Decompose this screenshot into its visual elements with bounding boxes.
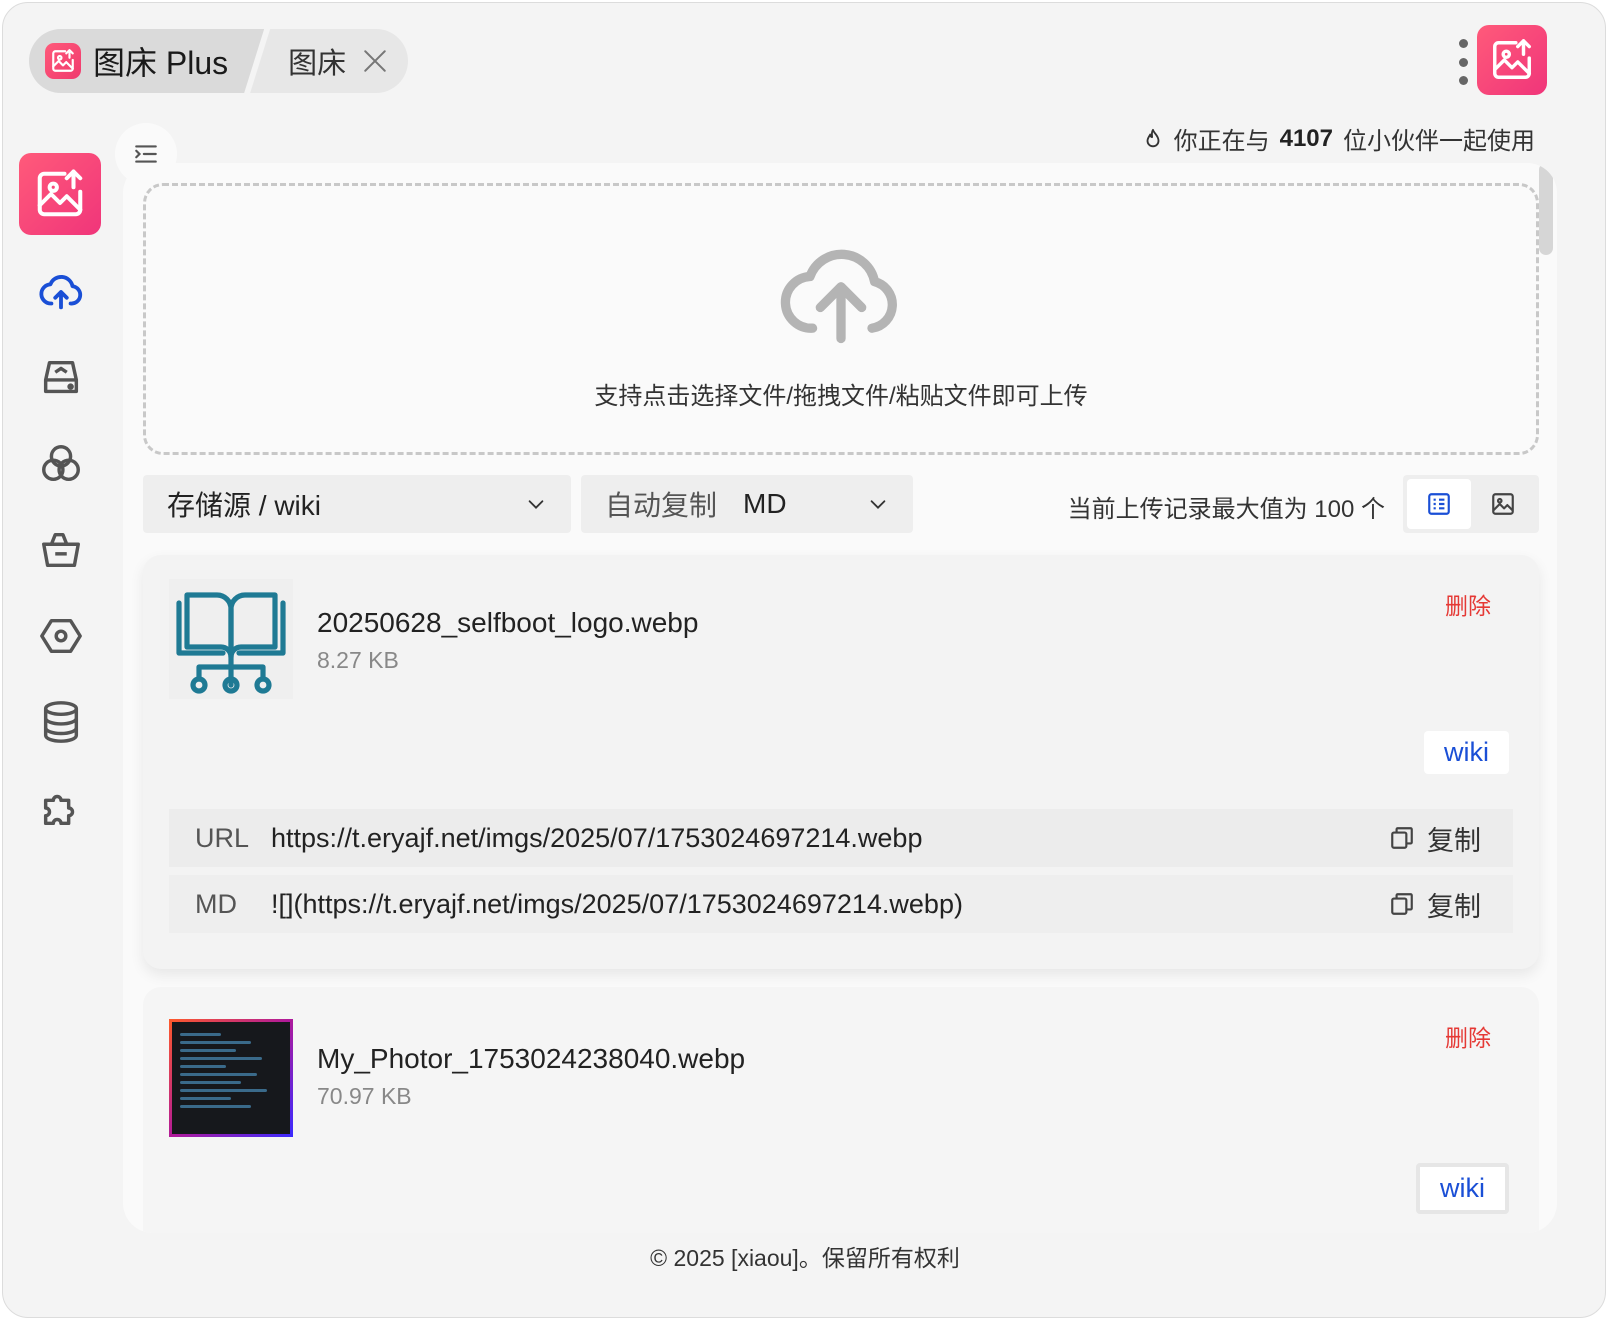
list-view-button[interactable] [1407, 479, 1471, 529]
user-count-suffix: 位小伙伴一起使用 [1343, 128, 1535, 155]
copy-icon [1391, 893, 1413, 915]
storage-tag[interactable]: wiki [1416, 1163, 1509, 1214]
sidebar-logo-icon[interactable] [19, 153, 101, 235]
sidebar-item-basket[interactable] [19, 507, 103, 593]
puzzle-icon [43, 794, 75, 826]
file-thumbnail[interactable] [169, 1019, 293, 1137]
file-name: 20250628_selfboot_logo.webp [317, 607, 699, 638]
delete-button[interactable]: 删除 [1445, 587, 1491, 621]
code-screenshot-image [172, 1022, 290, 1134]
sidebar-item-circles[interactable] [19, 421, 103, 507]
gallery-view-button[interactable] [1471, 479, 1535, 529]
upload-controls: 存储源 / wiki 自动复制 MD 当前上传记录最大值为 100 个 [143, 475, 1539, 533]
sidebar-item-database[interactable] [19, 679, 103, 765]
close-icon[interactable] [362, 48, 388, 74]
copy-md-button[interactable]: 复制 [1389, 885, 1481, 924]
app-window: 图床 Plus 图床 你正在与 4107 位小伙伴一起使用 支持点击选择文件/拖… [2, 2, 1606, 1318]
upload-dropzone[interactable]: 支持点击选择文件/拖拽文件/粘贴文件即可上传 [143, 183, 1539, 455]
sidebar [19, 153, 103, 851]
list-view-icon [1428, 493, 1450, 515]
tab-image-host[interactable]: 图床 [250, 29, 409, 93]
database-icon [43, 701, 79, 743]
footer-copyright: © 2025 [xiaou]。保留所有权利 [650, 1245, 960, 1271]
storage-tag[interactable]: wiki [1424, 731, 1509, 774]
sidebar-item-upload[interactable] [19, 249, 103, 335]
tab-label: 图床 Plus [93, 45, 229, 81]
image-upload-icon [45, 43, 81, 79]
drive-icon [43, 360, 79, 394]
file-thumbnail[interactable] [169, 579, 293, 699]
tab-image-host-plus[interactable]: 图床 Plus [29, 29, 264, 93]
user-count-number: 4107 [1279, 124, 1333, 152]
upload-record-card: 20250628_selfboot_logo.webp 8.27 KB 删除 w… [143, 555, 1539, 969]
book-network-icon [176, 592, 286, 694]
auto-copy-select[interactable]: 自动复制 MD [581, 475, 913, 533]
more-options-icon[interactable] [1451, 39, 1475, 85]
url-row: URL https://t.eryajf.net/imgs/2025/07/17… [169, 809, 1513, 867]
chevron-down-icon [870, 500, 886, 509]
upload-limit-text: 当前上传记录最大值为 100 个 [1067, 496, 1385, 523]
storage-source-select[interactable]: 存储源 / wiki [143, 475, 571, 533]
chevron-down-icon [528, 500, 544, 509]
upload-hint: 支持点击选择文件/拖拽文件/粘贴文件即可上传 [594, 383, 1088, 410]
file-size: 70.97 KB [317, 1083, 412, 1109]
url-value[interactable]: https://t.eryajf.net/imgs/2025/07/175302… [271, 823, 1389, 854]
storage-source-value: 存储源 / wiki [167, 490, 322, 521]
circles-icon [42, 445, 80, 482]
file-size: 8.27 KB [317, 647, 399, 673]
basket-icon [42, 532, 80, 568]
flame-icon [1146, 128, 1160, 147]
user-count-banner: 你正在与 4107 位小伙伴一起使用 [1142, 121, 1535, 156]
sidebar-item-plugins[interactable] [19, 765, 103, 851]
url-label: URL [195, 822, 250, 853]
copy-label: 复制 [1427, 825, 1481, 856]
sidebar-item-settings[interactable] [19, 593, 103, 679]
image-icon [1492, 493, 1514, 515]
copy-icon [1391, 827, 1413, 849]
tab-label: 图床 [288, 48, 347, 80]
cloud-upload-icon [780, 249, 897, 344]
copy-url-button[interactable]: 复制 [1389, 819, 1481, 858]
md-label: MD [195, 888, 237, 919]
auto-copy-label: 自动复制 [605, 490, 718, 521]
file-name: My_Photor_1753024238040.webp [317, 1043, 746, 1074]
tab-bar: 图床 Plus 图床 [29, 29, 409, 93]
hexagon-icon [40, 618, 82, 654]
view-toggle [1403, 475, 1539, 533]
copy-label: 复制 [1427, 891, 1481, 922]
sidebar-item-storage[interactable] [19, 335, 103, 421]
upload-record-card: My_Photor_1753024238040.webp 70.97 KB 删除… [143, 987, 1539, 1233]
cloud-upload-icon [39, 275, 83, 310]
app-logo-icon [1477, 25, 1547, 95]
scrollbar[interactable] [1539, 163, 1553, 255]
main-panel: 支持点击选择文件/拖拽文件/粘贴文件即可上传 存储源 / wiki 自动复制 M… [123, 163, 1557, 1233]
md-value[interactable]: ![](https://t.eryajf.net/imgs/2025/07/17… [271, 889, 1389, 920]
markdown-row: MD ![](https://t.eryajf.net/imgs/2025/07… [169, 875, 1513, 933]
user-count-prefix: 你正在与 [1173, 128, 1270, 155]
auto-copy-value: MD [743, 488, 787, 519]
delete-button[interactable]: 删除 [1445, 1019, 1491, 1053]
